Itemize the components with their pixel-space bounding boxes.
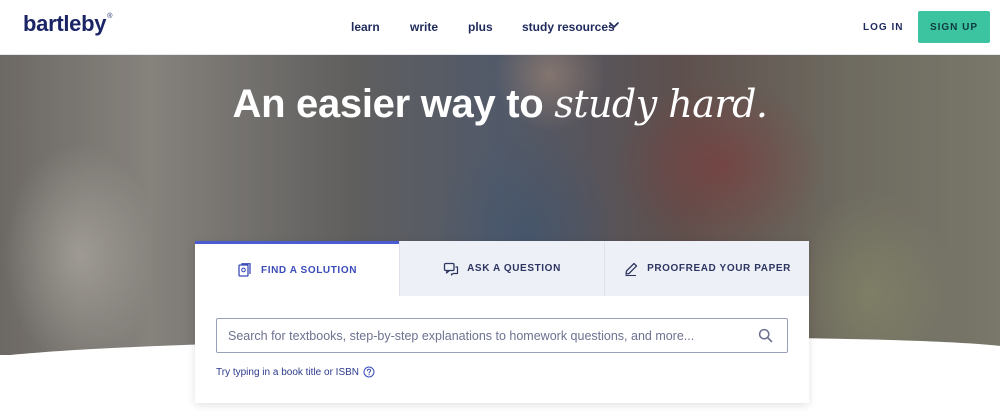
search-icon[interactable]: [758, 328, 773, 343]
signup-label: SIGN UP: [929, 21, 979, 33]
pen-icon: [625, 262, 638, 276]
headline-plain: An easier way to: [232, 82, 555, 126]
hero-headline: An easier way to study hard.: [0, 82, 1000, 127]
search-input[interactable]: [228, 319, 748, 352]
tab-ask-a-question[interactable]: ASK A QUESTION: [399, 241, 604, 296]
bartleby-logo[interactable]: bartleby®: [23, 11, 112, 37]
textbook-icon: [238, 263, 251, 277]
search-card: FIND A SOLUTION ASK A QUESTION PROOFREAD…: [195, 241, 809, 403]
tab-proofread-your-paper[interactable]: PROOFREAD YOUR PAPER: [604, 241, 809, 296]
search-box: [216, 318, 788, 353]
nav-write[interactable]: write: [410, 20, 438, 34]
registered-mark: ®: [107, 13, 113, 20]
nav-plus[interactable]: plus: [468, 20, 493, 34]
chat-icon: [443, 262, 459, 276]
site-header: bartleby® learn write plus study resourc…: [0, 0, 1000, 55]
nav-study-resources[interactable]: study resources: [522, 20, 615, 34]
hint-text: Try typing in a book title or ISBN: [216, 366, 360, 378]
tab-label: FIND A SOLUTION: [260, 264, 358, 276]
nav-learn[interactable]: learn: [351, 20, 380, 34]
tab-label: PROOFREAD YOUR PAPER: [647, 263, 791, 274]
logo-text: bartleby: [23, 11, 107, 36]
login-link[interactable]: LOG IN: [863, 22, 903, 33]
chevron-down-icon[interactable]: [609, 21, 619, 29]
tab-find-a-solution[interactable]: FIND A SOLUTION: [195, 241, 399, 296]
search-hint: Try typing in a book title or ISBN: [216, 366, 375, 378]
tab-label: ASK A QUESTION: [467, 263, 561, 274]
help-icon[interactable]: [363, 366, 375, 378]
signup-button[interactable]: SIGN UP: [918, 11, 990, 43]
search-tabs: FIND A SOLUTION ASK A QUESTION PROOFREAD…: [195, 241, 809, 296]
headline-accent: study hard.: [554, 82, 768, 126]
